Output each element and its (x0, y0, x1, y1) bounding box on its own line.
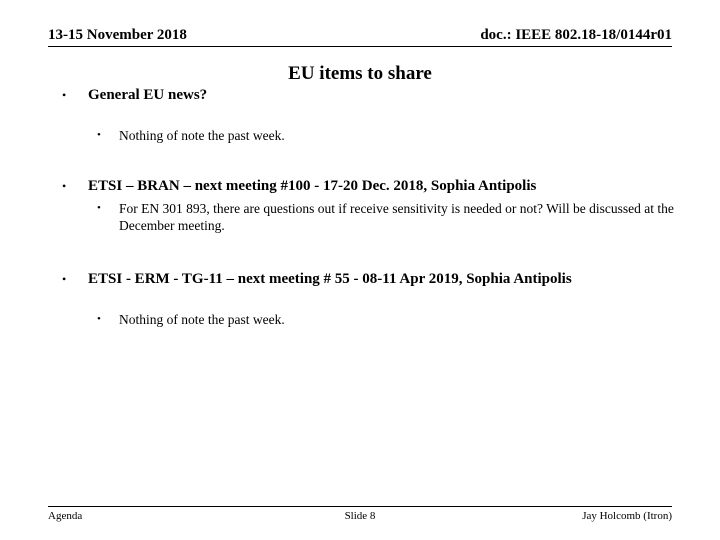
bullet-marker-icon: • (62, 88, 67, 102)
bullet-text: For EN 301 893, there are questions out … (119, 201, 674, 233)
bullet-level2: • Nothing of note the past week. (48, 311, 680, 328)
bullet-level2: • Nothing of note the past week. (48, 127, 680, 144)
slide-body: • General EU news? • Nothing of note the… (48, 86, 680, 328)
header-document-reference: doc.: IEEE 802.18-18/0144r01 (480, 27, 672, 43)
header-date: 13-15 November 2018 (48, 27, 187, 43)
bullet-level1: • ETSI - ERM - TG-11 – next meeting # 55… (48, 270, 680, 289)
bullet-marker-icon: • (97, 129, 101, 141)
bullet-marker-icon: • (97, 202, 101, 214)
bullet-marker-icon: • (62, 179, 67, 193)
slide: 13-15 November 2018 doc.: IEEE 802.18-18… (0, 0, 720, 540)
bullet-level1: • ETSI – BRAN – next meeting #100 - 17-2… (48, 177, 680, 196)
slide-header: 13-15 November 2018 doc.: IEEE 802.18-18… (48, 26, 672, 48)
bullet-marker-icon: • (62, 272, 67, 286)
bullet-text: ETSI - ERM - TG-11 – next meeting # 55 -… (88, 271, 572, 287)
footer-divider (48, 506, 672, 507)
bullet-marker-icon: • (97, 313, 101, 325)
footer-section-label: Agenda (48, 510, 83, 522)
header-divider (48, 46, 672, 47)
slide-footer: Slide 8 Agenda Jay Holcomb (Itron) (48, 509, 672, 525)
page-title: EU items to share (288, 63, 432, 84)
bullet-text: ETSI – BRAN – next meeting #100 - 17-20 … (88, 178, 537, 194)
footer-author: Jay Holcomb (Itron) (582, 510, 672, 522)
bullet-text: Nothing of note the past week. (119, 128, 285, 143)
bullet-level2: • For EN 301 893, there are questions ou… (48, 200, 680, 234)
bullet-text: Nothing of note the past week. (119, 312, 285, 327)
bullet-text: General EU news? (88, 87, 208, 103)
bullet-level1: • General EU news? (48, 86, 680, 105)
footer-slide-number: Slide 8 (344, 510, 376, 522)
